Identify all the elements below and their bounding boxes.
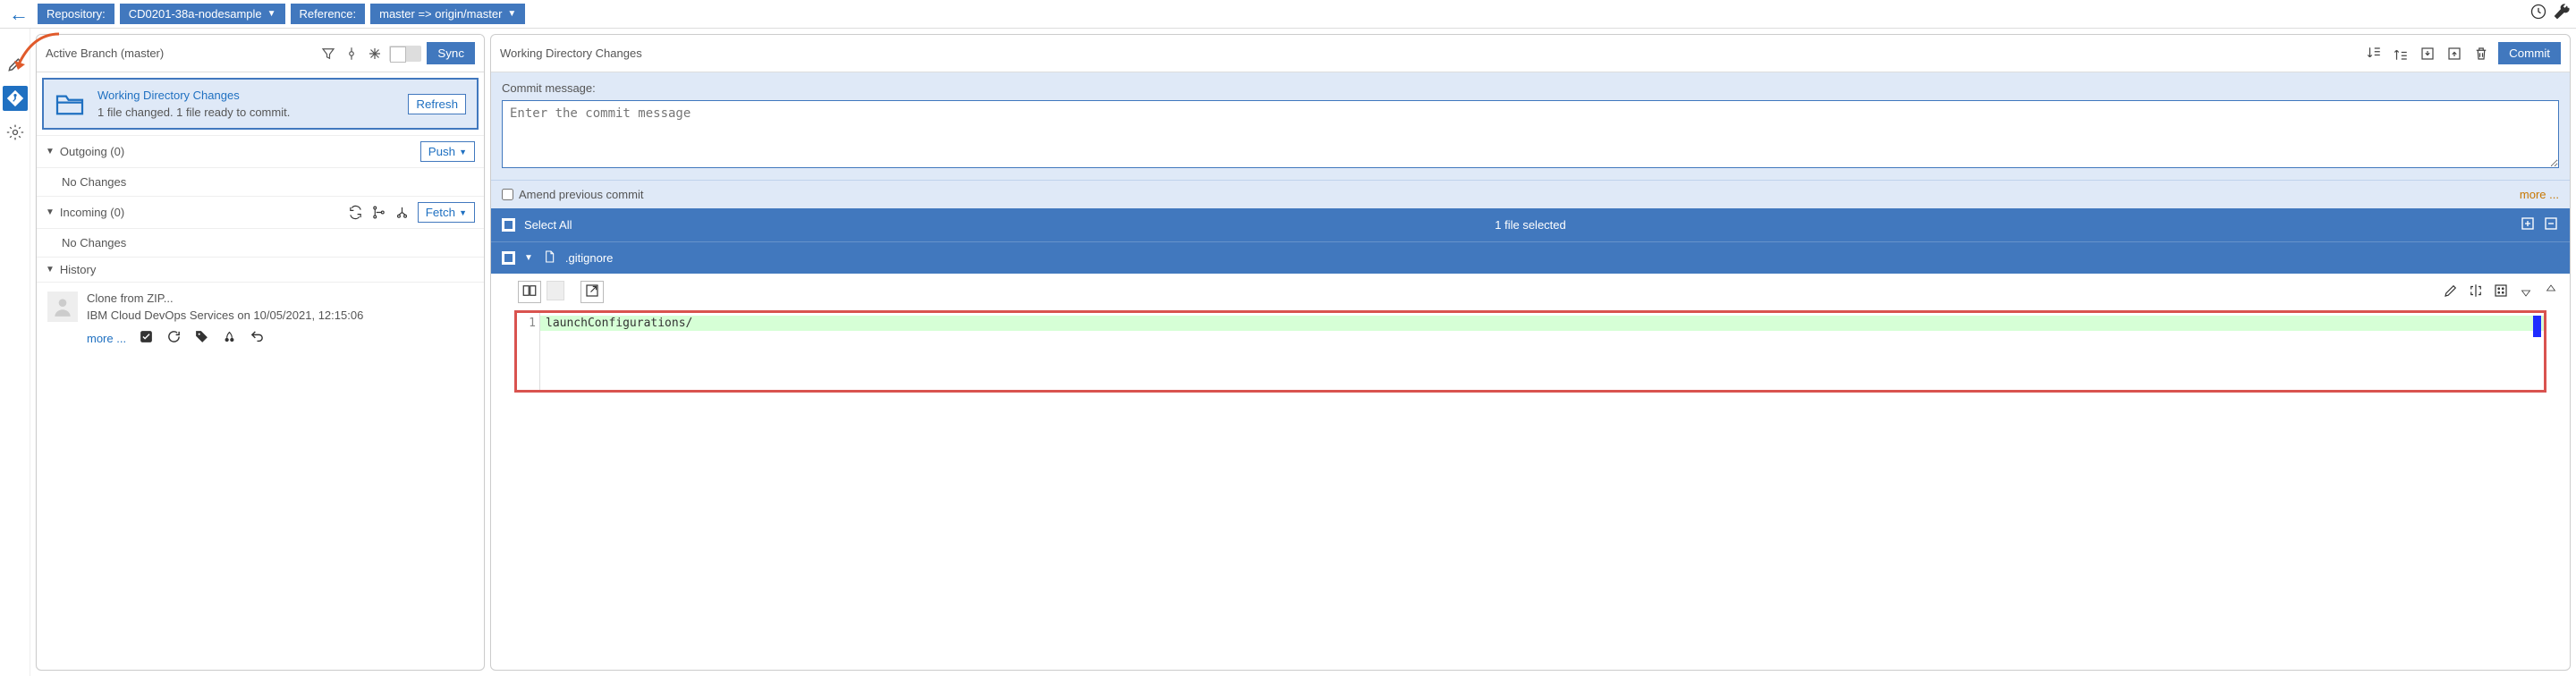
diff-viewer: 1 launchConfigurations/: [514, 310, 2546, 393]
folder-icon: [55, 91, 85, 116]
right-panel: Working Directory Changes Commit Commit …: [490, 34, 2571, 671]
more-link[interactable]: more ...: [2520, 188, 2559, 201]
push-button[interactable]: Push▼: [420, 141, 475, 162]
filter-icon[interactable]: [319, 45, 337, 63]
edit-icon[interactable]: [2443, 283, 2459, 301]
wdc-status: 1 file changed. 1 file ready to commit.: [97, 106, 290, 119]
prev-diff-icon[interactable]: [2543, 283, 2559, 301]
open-file-icon[interactable]: [580, 281, 604, 303]
topbar: ← Repository: CD0201-38a-nodesample ▼ Re…: [0, 0, 2576, 29]
inline-icon[interactable]: [547, 281, 564, 300]
collapse-all-icon[interactable]: [2543, 215, 2559, 234]
stage-all-icon[interactable]: [2364, 44, 2384, 63]
trash-icon[interactable]: [2471, 44, 2491, 63]
chevron-down-icon[interactable]: ▼: [46, 147, 55, 156]
revert-icon[interactable]: [250, 329, 265, 347]
file-checkbox[interactable]: [502, 251, 515, 265]
history-entry: Clone from ZIP... IBM Cloud DevOps Servi…: [37, 283, 484, 356]
sync-button[interactable]: Sync: [427, 42, 475, 64]
back-arrow-icon[interactable]: ←: [5, 3, 32, 26]
sync-icon[interactable]: [348, 205, 364, 221]
refresh-icon[interactable]: [166, 329, 182, 347]
select-all-label: Select All: [524, 218, 572, 232]
outgoing-label: Outgoing (0): [60, 145, 415, 158]
history-meta: IBM Cloud DevOps Services on 10/05/2021,…: [87, 308, 363, 322]
asterisk-icon[interactable]: [366, 45, 384, 63]
icon-rail: [0, 29, 30, 676]
edit-icon[interactable]: [3, 52, 28, 77]
chevron-down-icon[interactable]: ▼: [46, 265, 55, 275]
history-label: History: [60, 263, 475, 276]
caret-down-icon: ▼: [267, 9, 276, 19]
incoming-label: Incoming (0): [60, 206, 343, 219]
gear-icon[interactable]: [3, 120, 28, 145]
merge-icon[interactable]: [371, 205, 387, 221]
chevron-down-icon[interactable]: ▼: [46, 207, 55, 217]
side-by-side-icon[interactable]: [518, 281, 541, 303]
stash-out-icon[interactable]: [2445, 44, 2464, 63]
cherry-pick-icon[interactable]: [222, 329, 237, 347]
wdc-title: Working Directory Changes: [97, 89, 395, 102]
tag-icon[interactable]: [194, 329, 209, 347]
repo-selector[interactable]: CD0201-38a-nodesample ▼: [120, 4, 285, 24]
select-all-checkbox[interactable]: [502, 218, 515, 232]
ref-value-text: master => origin/master: [379, 7, 502, 21]
commit-dot-icon[interactable]: [343, 45, 360, 63]
right-title: Working Directory Changes: [500, 46, 2357, 60]
commit-button[interactable]: Commit: [2498, 42, 2561, 64]
working-dir-changes-card[interactable]: Working Directory Changes 1 file changed…: [42, 78, 479, 130]
ignore-whitespace-icon[interactable]: [2493, 283, 2509, 301]
clock-icon[interactable]: [2529, 3, 2547, 25]
history-title: Clone from ZIP...: [87, 292, 363, 305]
left-panel: Active Branch (master) Sync Working Dire…: [36, 34, 485, 671]
selected-count: 1 file selected: [1495, 218, 1566, 232]
amend-checkbox[interactable]: [502, 189, 513, 200]
unstage-all-icon[interactable]: [2391, 44, 2411, 63]
expand-all-icon[interactable]: [2520, 215, 2536, 234]
repo-label: Repository:: [38, 4, 114, 24]
commit-msg-input[interactable]: [502, 100, 2559, 168]
file-icon: [542, 249, 556, 266]
stash-in-icon[interactable]: [2418, 44, 2437, 63]
outgoing-no-changes: No Changes: [37, 168, 484, 196]
more-link[interactable]: more ...: [87, 332, 126, 345]
chevron-down-icon[interactable]: ▼: [524, 253, 533, 263]
file-name: .gitignore: [565, 251, 613, 265]
refresh-button[interactable]: Refresh: [408, 94, 466, 114]
repo-value-text: CD0201-38a-nodesample: [129, 7, 262, 21]
ref-selector[interactable]: master => origin/master ▼: [370, 4, 525, 24]
file-row[interactable]: ▼ .gitignore: [491, 241, 2570, 274]
ref-label: Reference:: [291, 4, 366, 24]
incoming-no-changes: No Changes: [37, 229, 484, 257]
toggle-switch[interactable]: [389, 46, 421, 62]
amend-label: Amend previous commit: [519, 188, 643, 201]
caret-down-icon: ▼: [507, 9, 516, 19]
commit-msg-label: Commit message:: [502, 81, 2559, 95]
git-icon[interactable]: [3, 86, 28, 111]
diff-minimap-cursor[interactable]: [2533, 316, 2541, 337]
fetch-button[interactable]: Fetch▼: [418, 202, 475, 223]
rebase-icon[interactable]: [394, 205, 411, 221]
next-diff-icon[interactable]: [2518, 283, 2534, 301]
avatar-icon: [47, 292, 78, 322]
added-line: launchConfigurations/: [540, 316, 2544, 331]
wrench-icon[interactable]: [2553, 3, 2571, 25]
code-area[interactable]: launchConfigurations/: [540, 313, 2544, 390]
active-branch-label: Active Branch (master): [46, 46, 314, 60]
checkbox-checked-icon[interactable]: [139, 329, 154, 347]
compare-icon[interactable]: [2468, 283, 2484, 301]
line-number: 1: [517, 313, 540, 390]
